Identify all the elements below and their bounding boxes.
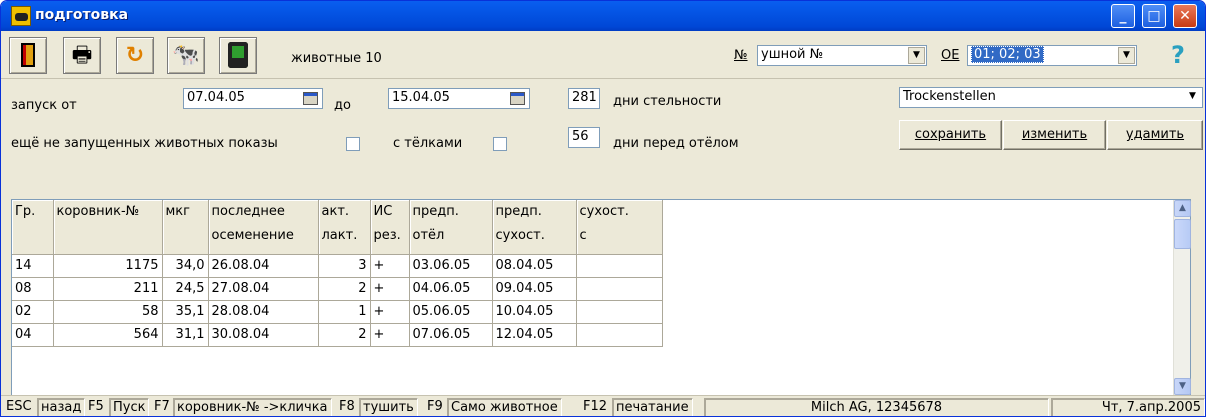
animal-table[interactable]: Гр. коровник-№ мкг последнее осеменение а…	[11, 199, 1191, 396]
close-button[interactable]: ✕	[1173, 4, 1197, 28]
shortcut-key: ESC	[6, 399, 32, 414]
not-started-label: ещё не запущенных животных показы	[11, 136, 278, 151]
title-bar[interactable]: подготовка _ □ ✕	[1, 1, 1205, 31]
printer-icon: 🖶	[71, 43, 93, 68]
launch-from-label: запуск от	[11, 98, 77, 113]
ear-number-select[interactable]: ушной № ▼	[757, 45, 927, 66]
column-header[interactable]: последнее осеменение	[208, 200, 319, 255]
column-header[interactable]: коровник-№	[53, 200, 163, 255]
table-row[interactable]: 14 1175 34,0 26.08.04 3 +03.06.05 08.04.05	[12, 254, 663, 278]
heifers-checkbox[interactable]	[493, 137, 507, 151]
column-header[interactable]: мкг	[162, 200, 209, 255]
to-label: до	[334, 98, 351, 113]
save-button[interactable]: сохранить	[899, 120, 1002, 150]
oe-select[interactable]: 01; 02; 03 ▼	[967, 45, 1137, 66]
shortcut-key: F8	[339, 399, 355, 414]
pregnancy-days-label: дни стельности	[613, 94, 722, 109]
animal-count-label: животные 10	[291, 51, 382, 66]
chevron-down-icon[interactable]: ▼	[1184, 89, 1201, 106]
animal-button[interactable]: 🐄	[167, 37, 205, 74]
heifers-label: с тёлками	[393, 136, 463, 151]
table-header-row: Гр. коровник-№ мкг последнее осеменение а…	[12, 200, 663, 255]
company-info: Milch AG, 12345678	[704, 398, 1049, 416]
shortcut-key: F9	[427, 399, 443, 414]
shortcut-key: F12	[583, 399, 608, 414]
to-date-input[interactable]: 15.04.05	[388, 88, 530, 109]
shortcut-print[interactable]: печатание	[612, 398, 693, 416]
calendar-icon[interactable]	[303, 92, 318, 105]
column-header[interactable]: акт. лакт.	[318, 200, 371, 255]
pregnancy-days-input[interactable]: 281	[568, 88, 600, 109]
refresh-button[interactable]: ↻	[116, 37, 154, 74]
change-button[interactable]: изменить	[1003, 120, 1106, 150]
delete-button[interactable]: удамить	[1107, 120, 1203, 150]
handheld-icon	[228, 42, 248, 68]
column-header[interactable]: ИС рез.	[370, 200, 410, 255]
exit-door-button[interactable]	[9, 37, 47, 74]
days-before-input[interactable]: 56	[568, 127, 600, 148]
to-date-value: 15.04.05	[392, 90, 450, 105]
table-row[interactable]: 02 58 35,1 28.08.04 1 +05.06.05 10.04.05	[12, 300, 663, 324]
column-header[interactable]: сухост. с	[576, 200, 663, 255]
scroll-down-icon[interactable]: ▼	[1174, 378, 1191, 395]
window-title: подготовка	[35, 7, 129, 23]
oe-select-value: 01; 02; 03	[971, 46, 1044, 63]
column-header[interactable]: предп. сухост.	[492, 200, 577, 255]
chevron-down-icon[interactable]: ▼	[1118, 47, 1135, 64]
shortcut-barn-to-name[interactable]: коровник-№ ->кличка	[173, 398, 332, 416]
help-icon[interactable]: ?	[1171, 41, 1185, 69]
status-bar: ESC назад F5 Пуск F7 коровник-№ ->кличка…	[1, 395, 1205, 416]
app-cow-icon	[11, 6, 31, 26]
shortcut-back[interactable]: назад	[37, 398, 86, 416]
ear-number-select-value: ушной №	[761, 47, 824, 62]
data-table: Гр. коровник-№ мкг последнее осеменение а…	[12, 200, 663, 347]
table-row[interactable]: 08 211 24,5 27.08.04 2 +04.06.05 09.04.05	[12, 277, 663, 301]
ear-number-label: №	[734, 48, 748, 63]
vertical-scrollbar[interactable]: ▲ ▼	[1173, 200, 1191, 395]
cow-icon: 🐄	[172, 43, 200, 68]
from-date-value: 07.04.05	[187, 90, 245, 105]
shortcut-key: F5	[88, 399, 104, 414]
refresh-icon: ↻	[125, 43, 145, 68]
column-header[interactable]: предп. отёл	[409, 200, 493, 255]
toolbar: 🖶 ↻ 🐄 животные 10 № ушной № ▼ ОЕ 01; 02;…	[1, 33, 1205, 79]
column-header[interactable]: Гр.	[12, 200, 54, 255]
calendar-icon[interactable]	[510, 92, 525, 105]
shortcut-animal[interactable]: Само животное	[447, 398, 562, 416]
status-date: Чт, 7.апр.2005	[1051, 398, 1205, 416]
shortcut-start[interactable]: Пуск	[109, 398, 150, 416]
table-row[interactable]: 04 564 31,1 30.08.04 2 +07.06.05 12.04.05	[12, 323, 663, 347]
profile-select-value: Trockenstellen	[903, 89, 996, 104]
profile-select[interactable]: Trockenstellen ▼	[899, 87, 1203, 108]
scroll-thumb[interactable]	[1174, 219, 1191, 249]
device-button[interactable]	[219, 37, 257, 74]
shortcut-key: F7	[154, 399, 170, 414]
oe-label: ОЕ	[941, 48, 960, 63]
main-window: подготовка _ □ ✕ 🖶 ↻ 🐄 животные 10 № ушн…	[0, 0, 1206, 417]
days-before-label: дни перед отёлом	[613, 136, 739, 151]
not-started-checkbox[interactable]	[346, 137, 360, 151]
chevron-down-icon[interactable]: ▼	[908, 47, 925, 64]
print-button[interactable]: 🖶	[63, 37, 101, 74]
scroll-up-icon[interactable]: ▲	[1174, 200, 1191, 217]
maximize-button[interactable]: □	[1142, 4, 1166, 28]
minimize-button[interactable]: _	[1111, 4, 1135, 28]
from-date-input[interactable]: 07.04.05	[183, 88, 323, 109]
shortcut-delete[interactable]: тушить	[359, 398, 418, 416]
door-icon	[21, 43, 35, 67]
